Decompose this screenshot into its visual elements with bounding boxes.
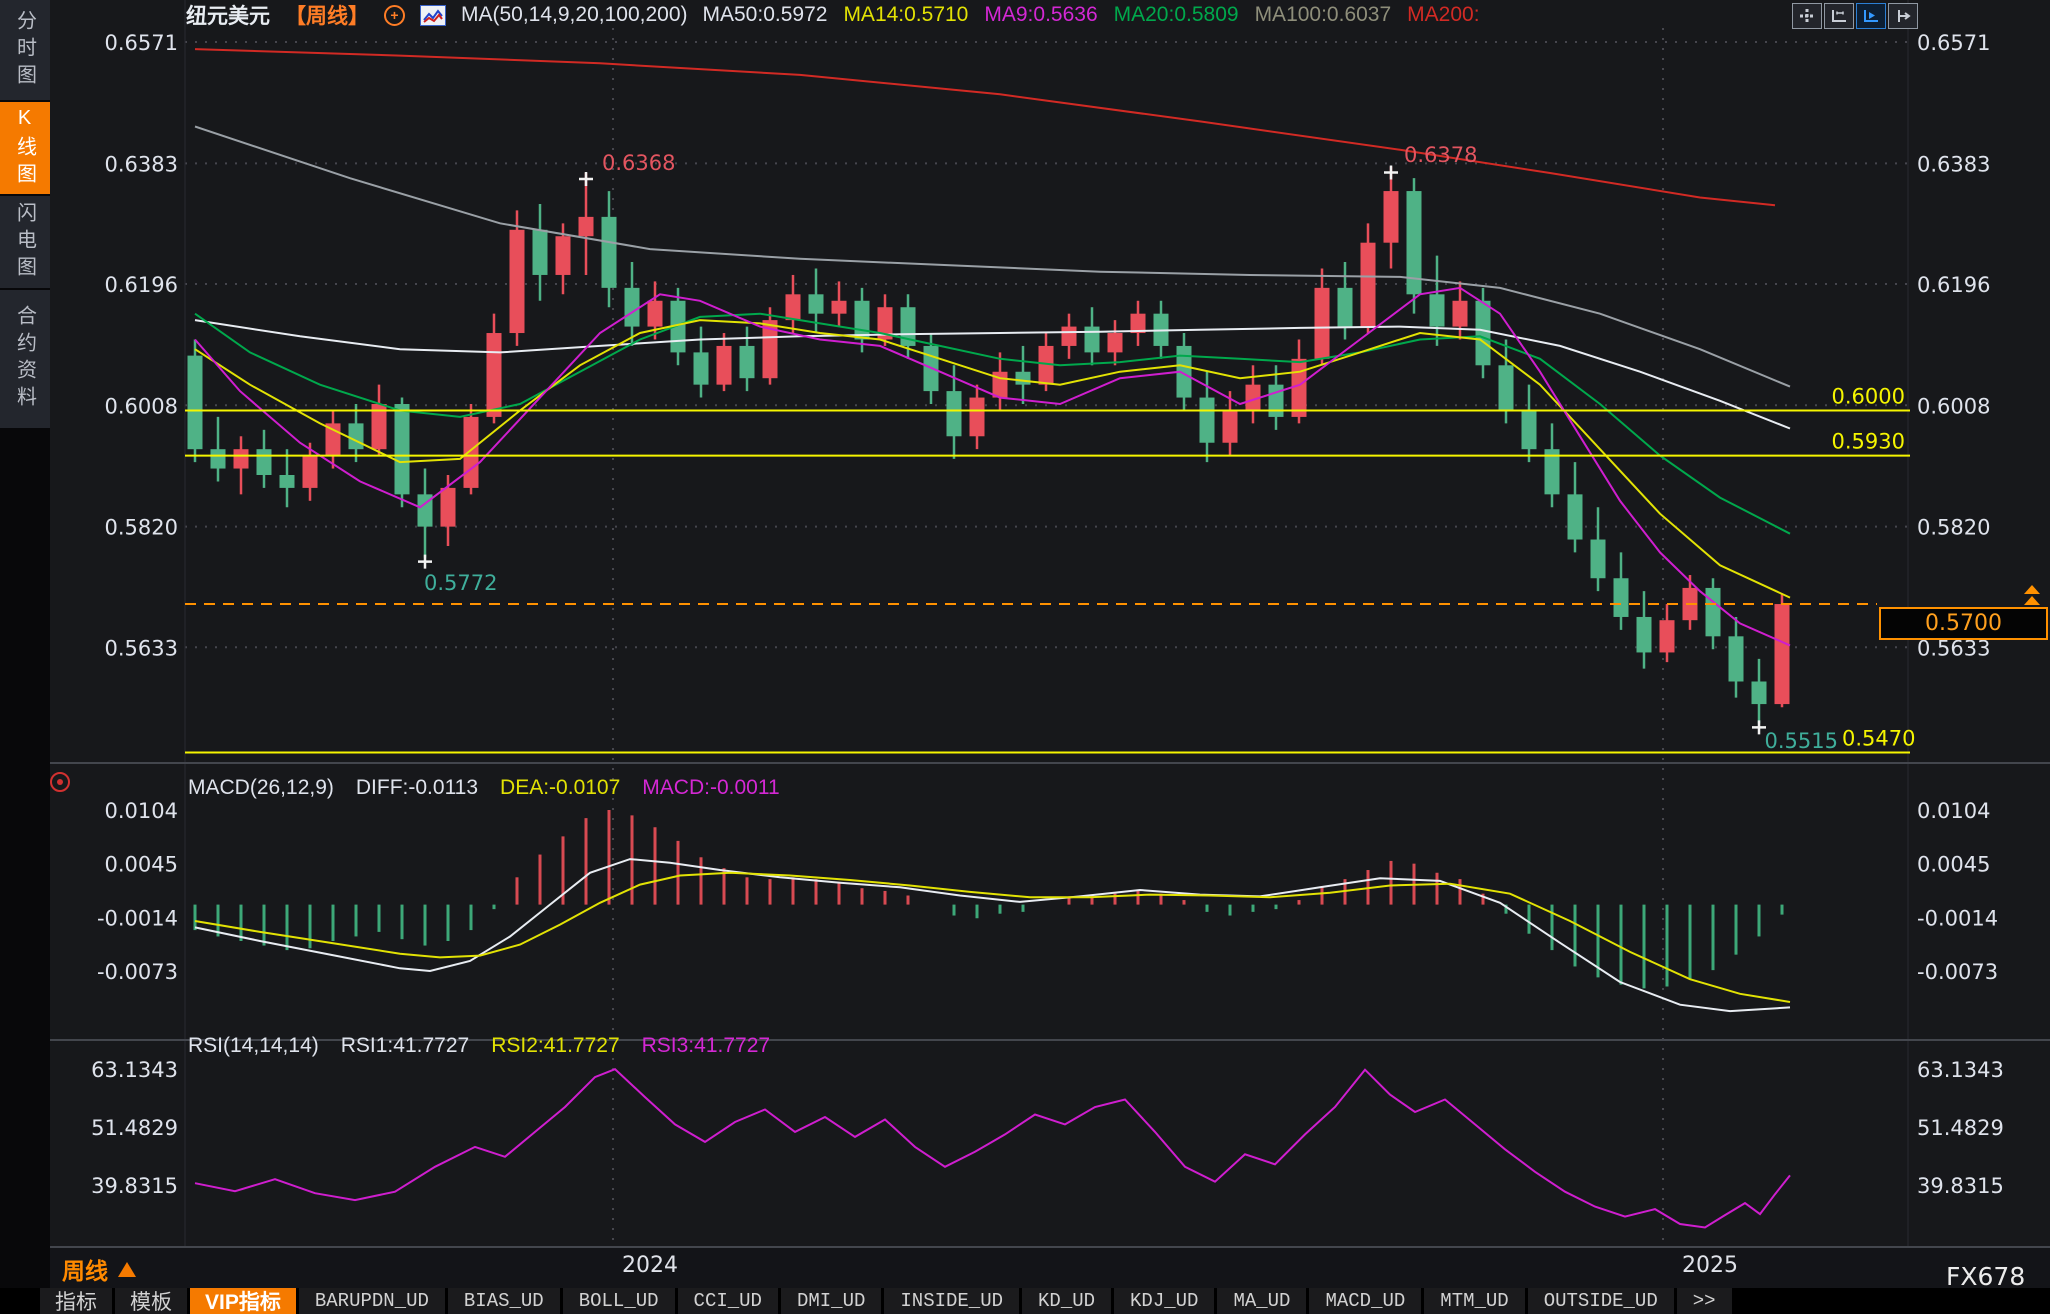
tab-vip-[interactable]: VIP指标 — [190, 1288, 296, 1314]
price-annotation: 0.5515 — [1765, 729, 1838, 753]
axis-label: 0.6383 — [1917, 152, 1990, 176]
tab-inside_ud[interactable]: INSIDE_UD — [884, 1288, 1019, 1314]
ma-value-label: MA50:0.5972 — [703, 3, 828, 27]
tab-outside_ud[interactable]: OUTSIDE_UD — [1528, 1288, 1674, 1314]
axis-label: 0.6196 — [1917, 273, 1990, 297]
ma-value-label: MA200: — [1407, 3, 1479, 27]
axis-label: 0.0104 — [1917, 799, 1990, 823]
tab-boll_ud[interactable]: BOLL_UD — [563, 1288, 675, 1314]
trading-app: 0.6000 0.5930 0.5470 0.6368 0.6378 0.5772 0.55… — [0, 0, 2050, 1314]
axis-label: 0.6571 — [105, 31, 178, 55]
price-level-label: 0.6000 — [1832, 384, 1905, 408]
price-annotation: 0.5772 — [424, 571, 497, 595]
mini-chart-icon[interactable] — [420, 5, 446, 26]
axis-label: 39.8315 — [1917, 1174, 2004, 1198]
ma-values: MA50:0.5972 MA14:0.5710 MA9:0.5636 MA20:0.5… — [703, 3, 1480, 27]
tab->>[interactable]: >> — [1677, 1288, 1732, 1314]
tab-dmi_ud[interactable]: DMI_UD — [781, 1288, 881, 1314]
brand-watermark: FX678 — [1946, 1262, 2025, 1291]
tab-kdj_ud[interactable]: KDJ_UD — [1114, 1288, 1214, 1314]
axes-play-icon[interactable] — [1856, 3, 1886, 29]
axes-shift-icon[interactable] — [1888, 3, 1918, 29]
tab-barupdn_ud[interactable]: BARUPDN_UD — [299, 1288, 445, 1314]
price-annotation: 0.6368 — [602, 151, 675, 175]
triangle-up-icon — [118, 1262, 136, 1277]
axis-label: 0.6008 — [1917, 394, 1990, 418]
axis-label: 51.4829 — [91, 1116, 178, 1140]
axis-label: 63.1343 — [1917, 1058, 2004, 1082]
price-level-label: 0.5470 — [1842, 726, 1915, 750]
macd-header: MACD(26,12,9) DIFF:-0.0113 DEA:-0.0107 M… — [188, 776, 780, 800]
tab-cci_ud[interactable]: CCI_UD — [678, 1288, 778, 1314]
year-label: 2024 — [622, 1253, 678, 1278]
axis-label: 0.0045 — [105, 853, 178, 877]
axis-label: 0.5633 — [105, 636, 178, 660]
price-up-arrows-icon — [2024, 585, 2040, 605]
tab-macd_ud[interactable]: MACD_UD — [1309, 1288, 1421, 1314]
axis-label: 63.1343 — [91, 1058, 178, 1082]
axis-label: 0.6196 — [105, 273, 178, 297]
axis-label: 0.0104 — [105, 799, 178, 823]
period-selector[interactable]: 周线 — [62, 1252, 136, 1286]
macd-dea-value: DEA:-0.0107 — [500, 776, 620, 800]
sidebar-item[interactable]: 合约资料 — [0, 290, 50, 428]
ma-value-label: MA14:0.5710 — [843, 3, 968, 27]
rsi-header: RSI(14,14,14) RSI1:41.7727 RSI2:41.7727 … — [188, 1034, 770, 1058]
chart-toolbar — [1792, 3, 1918, 29]
rsi1-value: RSI1:41.7727 — [341, 1034, 469, 1058]
symbol-header: 纽元美元 【周线】 + MA(50,14,9,20,100,200) MA50:… — [186, 2, 1480, 28]
tab-bias_ud[interactable]: BIAS_UD — [448, 1288, 560, 1314]
sidebar-item[interactable]: K线图 — [0, 102, 50, 194]
sidebar-item[interactable]: 分时图 — [0, 0, 50, 100]
tab-mtm_ud[interactable]: MTM_UD — [1424, 1288, 1524, 1314]
tab-ma_ud[interactable]: MA_UD — [1217, 1288, 1306, 1314]
axis-label: -0.0014 — [97, 906, 178, 930]
macd-macd-value: MACD:-0.0011 — [642, 776, 779, 800]
macd-diff-value: DIFF:-0.0113 — [356, 776, 478, 800]
period-tag: 【周线】 — [285, 0, 369, 30]
axis-label: -0.0073 — [1917, 960, 1998, 984]
axis-label: 0.5820 — [1917, 516, 1990, 540]
axis-label: 0.6571 — [1917, 31, 1990, 55]
price-annotation: 0.6378 — [1404, 143, 1477, 167]
tab--[interactable]: 指标 — [40, 1288, 112, 1314]
ma-params-label: MA(50,14,9,20,100,200) — [461, 3, 688, 27]
axis-label: 0.5820 — [105, 516, 178, 540]
symbol-marker-icon — [50, 772, 70, 792]
circle-plus-icon[interactable]: + — [384, 5, 405, 26]
axis-label: 0.6008 — [105, 394, 178, 418]
axis-label: 0.0045 — [1917, 853, 1990, 877]
period-label: 周线 — [62, 1252, 108, 1286]
ma-value-label: MA9:0.5636 — [984, 3, 1097, 27]
indicator-tab-bar: 指标模板VIP指标BARUPDN_UDBIAS_UDBOLL_UDCCI_UDD… — [0, 1288, 2050, 1314]
axis-label: -0.0014 — [1917, 906, 1998, 930]
axes-scale-icon[interactable] — [1824, 3, 1854, 29]
axis-label: 0.6383 — [105, 152, 178, 176]
current-price-value: 0.5700 — [1925, 611, 2002, 636]
tab-kd_ud[interactable]: KD_UD — [1022, 1288, 1111, 1314]
axis-label: -0.0073 — [97, 960, 178, 984]
macd-title: MACD(26,12,9) — [188, 776, 334, 800]
current-price-tag: 0.5700 — [1879, 607, 2048, 640]
tab--[interactable]: 模板 — [115, 1288, 187, 1314]
chart-canvas[interactable]: 0.6000 0.5930 0.5470 0.6368 0.6378 0.5772 0.55… — [0, 0, 2050, 1314]
ma-value-label: MA20:0.5809 — [1114, 3, 1239, 27]
sidebar-item[interactable]: 闪电图 — [0, 196, 50, 288]
rsi-title: RSI(14,14,14) — [188, 1034, 319, 1058]
year-label: 2025 — [1682, 1253, 1738, 1278]
sidebar: 分时图K线图闪电图合约资料 — [0, 0, 50, 1314]
symbol-name: 纽元美元 — [186, 0, 270, 30]
rsi3-value: RSI3:41.7727 — [642, 1034, 770, 1058]
axis-label: 51.4829 — [1917, 1116, 2004, 1140]
price-level-label: 0.5930 — [1832, 430, 1905, 454]
rsi2-value: RSI2:41.7727 — [491, 1034, 619, 1058]
axis-label: 39.8315 — [91, 1174, 178, 1198]
ma-value-label: MA100:0.6037 — [1255, 3, 1392, 27]
pan-icon[interactable] — [1792, 3, 1822, 29]
